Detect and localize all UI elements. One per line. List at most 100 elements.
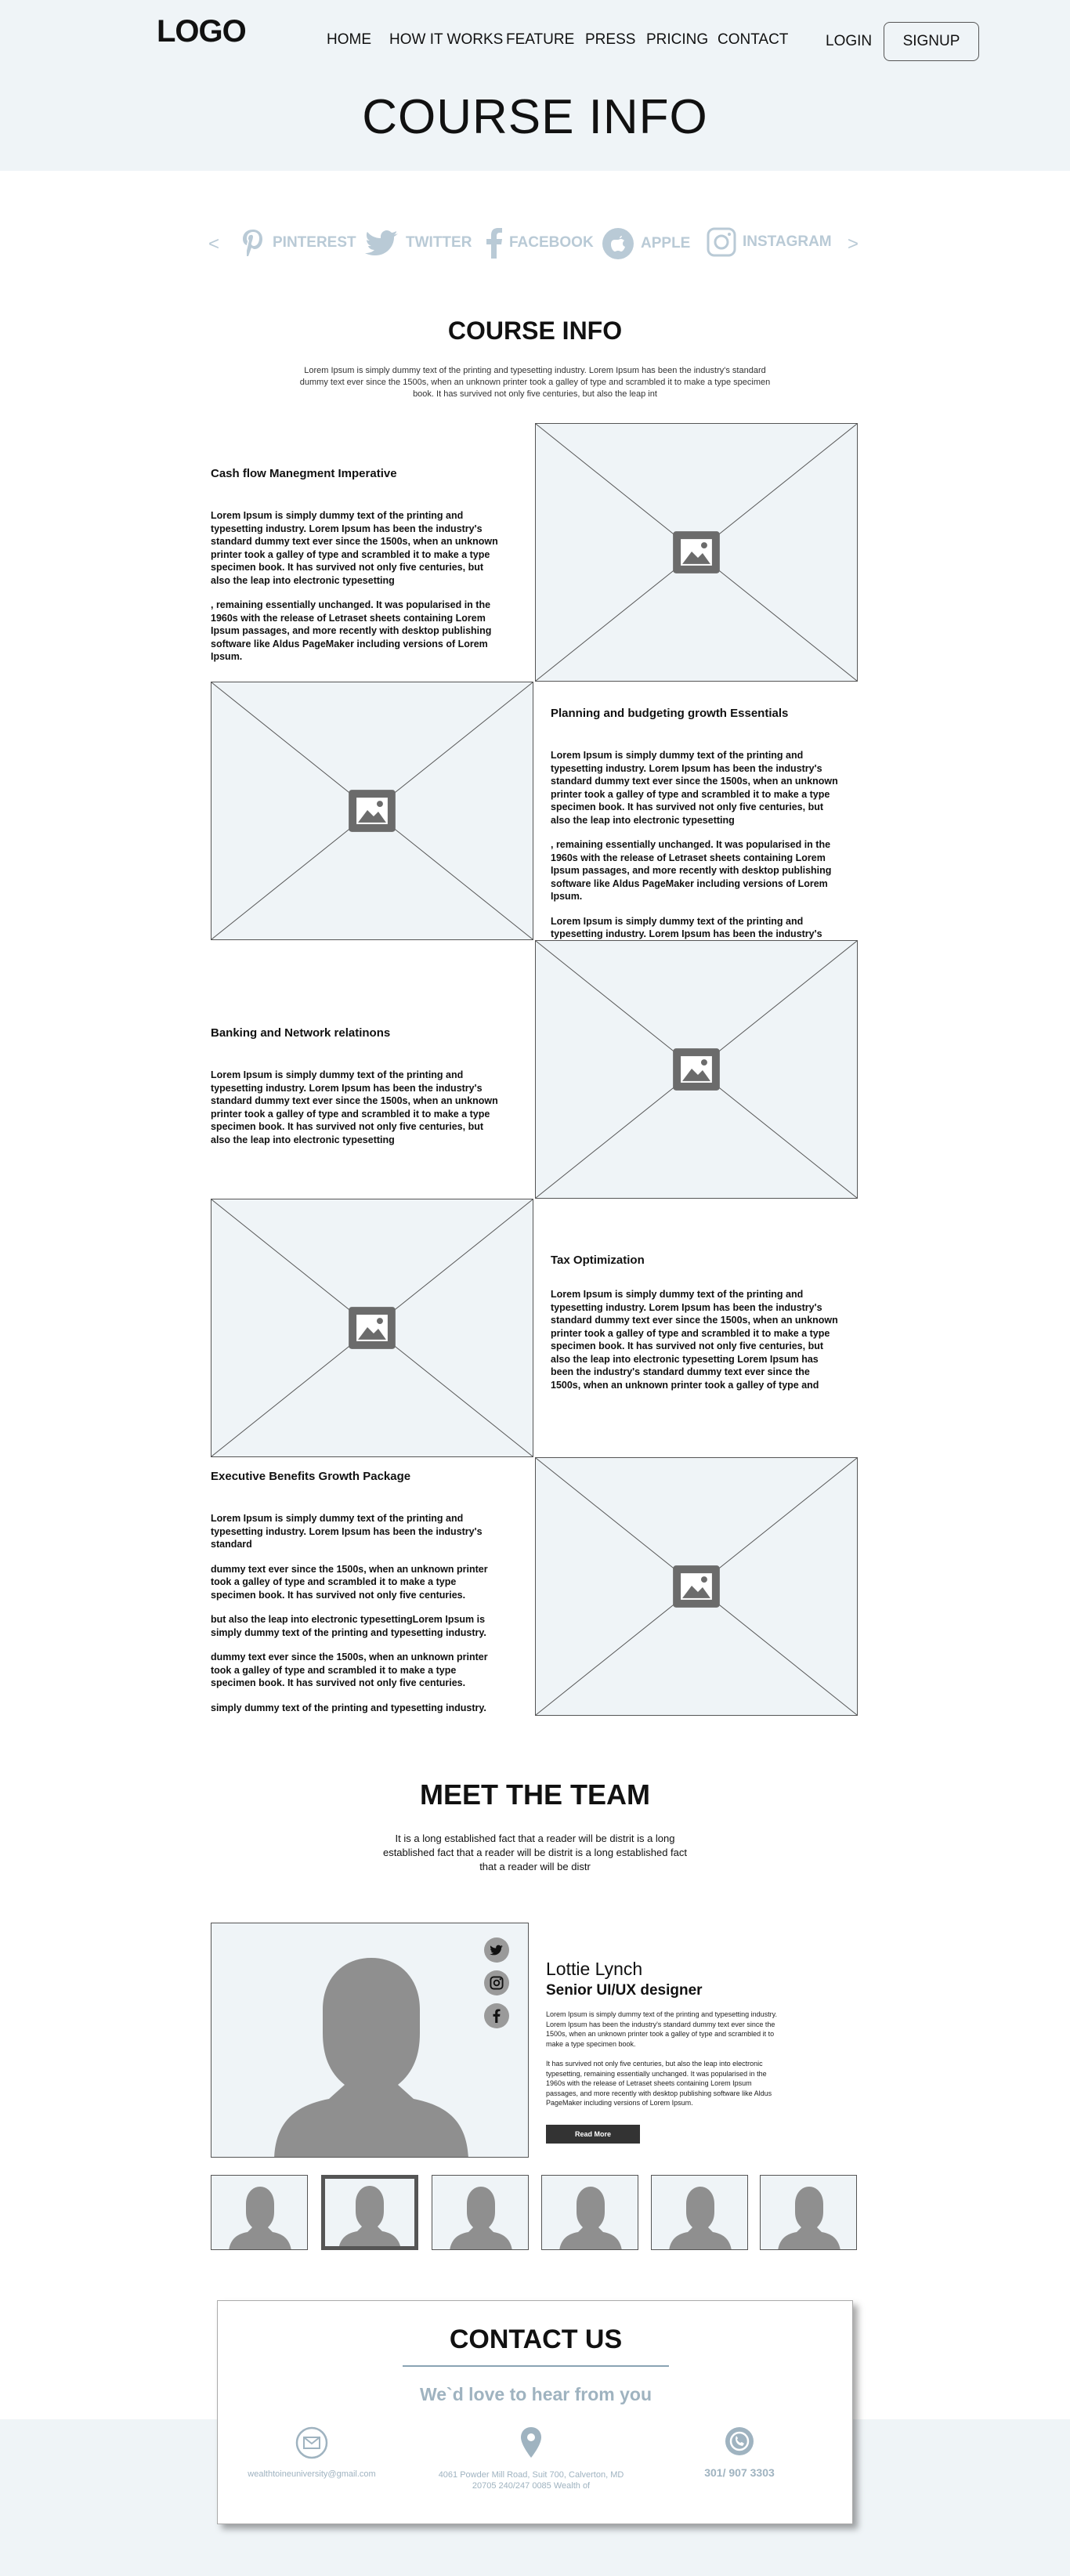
- team-member-photo: [211, 1923, 529, 2158]
- course-heading: Cash flow Manegment Imperative: [211, 467, 397, 480]
- instagram-icon: [707, 227, 736, 257]
- course-paragraph: Lorem Ipsum is simply dummy text of the …: [551, 1289, 838, 1391]
- site-logo[interactable]: LOGO: [157, 14, 247, 49]
- image-placeholder: [211, 1199, 533, 1457]
- divider: [403, 2365, 669, 2367]
- course-row-2: Planning and budgeting growth Essentials…: [211, 682, 858, 953]
- image-icon: [211, 1199, 533, 1456]
- member-facebook-button[interactable]: [484, 2003, 509, 2028]
- course-paragraph: but also the leap into electronic typese…: [211, 1614, 486, 1638]
- contact-address: 4061 Powder Mill Road, Suit 700, Calvert…: [437, 2426, 625, 2491]
- course-heading: Executive Benefits Growth Package: [211, 1470, 411, 1483]
- team-thumbnail[interactable]: [651, 2175, 748, 2250]
- team-thumbnail-active[interactable]: [321, 2175, 418, 2250]
- nav-feature[interactable]: FEATURE: [506, 31, 574, 49]
- course-heading: Planning and budgeting growth Essentials: [551, 707, 789, 720]
- member-name: Lottie Lynch: [546, 1959, 643, 1979]
- contact-email[interactable]: wealthtoineuniversity@gmail.com: [226, 2426, 398, 2479]
- image-icon: [536, 1458, 857, 1715]
- mail-icon: [295, 2426, 328, 2459]
- course-heading: Tax Optimization: [551, 1254, 645, 1267]
- course-paragraph: Lorem Ipsum is simply dummy text of the …: [211, 1069, 498, 1145]
- course-heading: Banking and Network relatinons: [211, 1026, 391, 1040]
- team-thumbnail[interactable]: [541, 2175, 638, 2250]
- member-role: Senior UI/UX designer: [546, 1982, 703, 1999]
- course-paragraph: Lorem Ipsum is simply dummy text of the …: [551, 750, 838, 826]
- chevron-right-icon[interactable]: >: [848, 233, 859, 255]
- facebook-icon: [486, 228, 502, 259]
- member-bio: It has survived not only five centuries,…: [546, 2060, 772, 2107]
- page-title: COURSE INFO: [362, 90, 708, 144]
- avatar-icon: [778, 2187, 840, 2249]
- partner-apple: APPLE: [602, 227, 690, 260]
- contact-email-text: wealthtoineuniversity@gmail.com: [248, 2469, 376, 2479]
- team-intro: It is a long established fact that a rea…: [382, 1833, 688, 1872]
- image-icon: [536, 424, 857, 681]
- course-paragraph: Lorem Ipsum is simply dummy text of the …: [211, 1513, 483, 1550]
- contact-subtitle: We`d love to hear from you: [419, 2384, 652, 2404]
- facebook-icon: [493, 2009, 501, 2023]
- avatar-icon: [274, 1958, 468, 2157]
- partner-facebook-label: FACEBOOK: [509, 234, 594, 251]
- nav-home[interactable]: HOME: [327, 31, 371, 49]
- course-row-1: Cash flow Manegment Imperative Lorem Ips…: [211, 423, 858, 682]
- nav-press[interactable]: PRESS: [585, 31, 635, 49]
- contact-card: CONTACT US We`d love to hear from you we…: [217, 2300, 853, 2524]
- course-paragraph: Lorem Ipsum is simply dummy text of the …: [211, 510, 498, 586]
- course-section-title: COURSE INFO: [447, 317, 623, 345]
- partner-instagram: INSTAGRAM: [707, 227, 832, 257]
- whatsapp-icon: [725, 2427, 754, 2455]
- image-placeholder: [535, 940, 858, 1199]
- read-more-button[interactable]: Read More: [546, 2125, 640, 2144]
- course-block-1: Cash flow Manegment Imperative Lorem Ips…: [211, 423, 533, 682]
- login-link[interactable]: LOGIN: [826, 33, 872, 50]
- image-placeholder: [535, 423, 858, 682]
- course-intro: Lorem Ipsum is simply dummy text of the …: [299, 366, 771, 399]
- member-instagram-button[interactable]: [484, 1970, 509, 1995]
- avatar-icon: [450, 2187, 512, 2249]
- course-paragraph: simply dummy text of the printing and ty…: [211, 1702, 486, 1713]
- instagram-icon: [490, 1976, 504, 1990]
- course-row-3: Banking and Network relatinons Lorem Ips…: [211, 940, 858, 1199]
- partner-logos: < PINTEREST TWITTER FACEBOOK APPLE INSTA…: [0, 224, 1070, 263]
- contact-title: CONTACT US: [449, 2325, 623, 2354]
- partner-twitter-label: TWITTER: [406, 234, 472, 251]
- member-bio: Lorem Ipsum is simply dummy text of the …: [546, 2010, 777, 2048]
- twitter-icon: [490, 1945, 503, 1956]
- team-section-title: MEET THE TEAM: [420, 1778, 650, 1811]
- nav-pricing[interactable]: PRICING: [646, 31, 708, 49]
- partner-pinterest: PINTEREST: [240, 227, 356, 259]
- course-block-2: Planning and budgeting growth Essentials…: [551, 682, 873, 953]
- course-block-4: Tax Optimization Lorem Ipsum is simply d…: [551, 1199, 873, 1457]
- contact-phone[interactable]: 301/ 907 3303: [661, 2426, 818, 2479]
- team-thumbnail[interactable]: [760, 2175, 857, 2250]
- partner-apple-label: APPLE: [641, 235, 691, 251]
- course-block-5: Executive Benefits Growth Package Lorem …: [211, 1457, 533, 1716]
- image-placeholder: [211, 682, 533, 940]
- image-icon: [211, 682, 533, 939]
- location-pin-icon: [521, 2427, 541, 2458]
- nav-contact[interactable]: CONTACT: [718, 31, 788, 49]
- nav-how-it-works[interactable]: HOW IT WORKS: [389, 31, 503, 49]
- twitter-icon: [365, 230, 398, 255]
- course-paragraph: dummy text ever since the 1500s, when an…: [211, 1563, 488, 1601]
- contact-phone-text: 301/ 907 3303: [704, 2466, 775, 2479]
- partner-facebook: FACEBOOK: [486, 227, 594, 259]
- image-icon: [536, 941, 857, 1198]
- avatar-icon: [669, 2187, 732, 2249]
- team-thumbnail[interactable]: [211, 2175, 308, 2250]
- signup-button[interactable]: SIGNUP: [884, 22, 979, 61]
- course-paragraph: , remaining essentially unchanged. It wa…: [211, 599, 492, 662]
- avatar-icon: [559, 2187, 622, 2249]
- course-row-5: Executive Benefits Growth Package Lorem …: [211, 1457, 858, 1716]
- member-twitter-button[interactable]: [484, 1937, 509, 1963]
- apple-icon: [602, 228, 634, 259]
- course-paragraph: dummy text ever since the 1500s, when an…: [211, 1652, 488, 1688]
- team-thumbnail[interactable]: [432, 2175, 529, 2250]
- course-paragraph: , remaining essentially unchanged. It wa…: [551, 839, 832, 902]
- contact-address-text: 4061 Powder Mill Road, Suit 700, Calvert…: [438, 2470, 624, 2491]
- partner-twitter: TWITTER: [365, 227, 472, 259]
- course-row-4: Tax Optimization Lorem Ipsum is simply d…: [211, 1199, 858, 1457]
- chevron-left-icon[interactable]: <: [208, 233, 219, 255]
- avatar-icon: [339, 2186, 400, 2246]
